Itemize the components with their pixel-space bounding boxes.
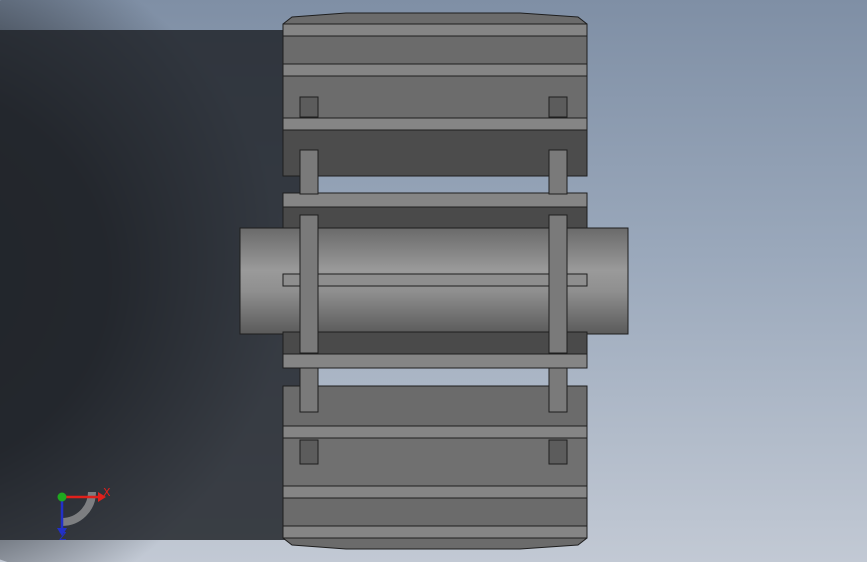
post-right-4 — [548, 367, 568, 413]
shaft-center-band — [282, 273, 588, 287]
x-axis-label: X — [103, 486, 111, 499]
y-axis-dot — [57, 492, 67, 502]
bottom-tread-band-1 — [282, 425, 588, 439]
bottom-tread-mid — [282, 437, 588, 487]
graphics-viewport[interactable]: X Z — [0, 0, 867, 562]
top-tread-dark — [282, 129, 588, 177]
post-right-3 — [548, 214, 568, 354]
center-lower-band — [282, 353, 588, 369]
center-upper-dark — [282, 206, 588, 230]
post-left-3 — [299, 214, 319, 354]
top-tread-band-1 — [282, 23, 588, 37]
post-right-2 — [548, 149, 568, 195]
top-tread-band-3 — [282, 117, 588, 131]
post-left-5 — [299, 439, 319, 465]
z-axis-label: Z — [59, 530, 67, 543]
center-upper-band — [282, 192, 588, 208]
post-right-5 — [548, 439, 568, 465]
bottom-tread-band-3 — [282, 525, 588, 539]
post-left-4 — [299, 367, 319, 413]
top-tread-mid — [282, 75, 588, 119]
top-tread-band-2 — [282, 63, 588, 77]
post-left-1 — [299, 96, 319, 118]
tire-model[interactable] — [239, 12, 629, 550]
center-lower-dark — [282, 331, 588, 355]
post-right-1 — [548, 96, 568, 118]
post-left-2 — [299, 149, 319, 195]
cad-scene[interactable] — [0, 0, 867, 562]
bottom-tread-band-2 — [282, 485, 588, 499]
